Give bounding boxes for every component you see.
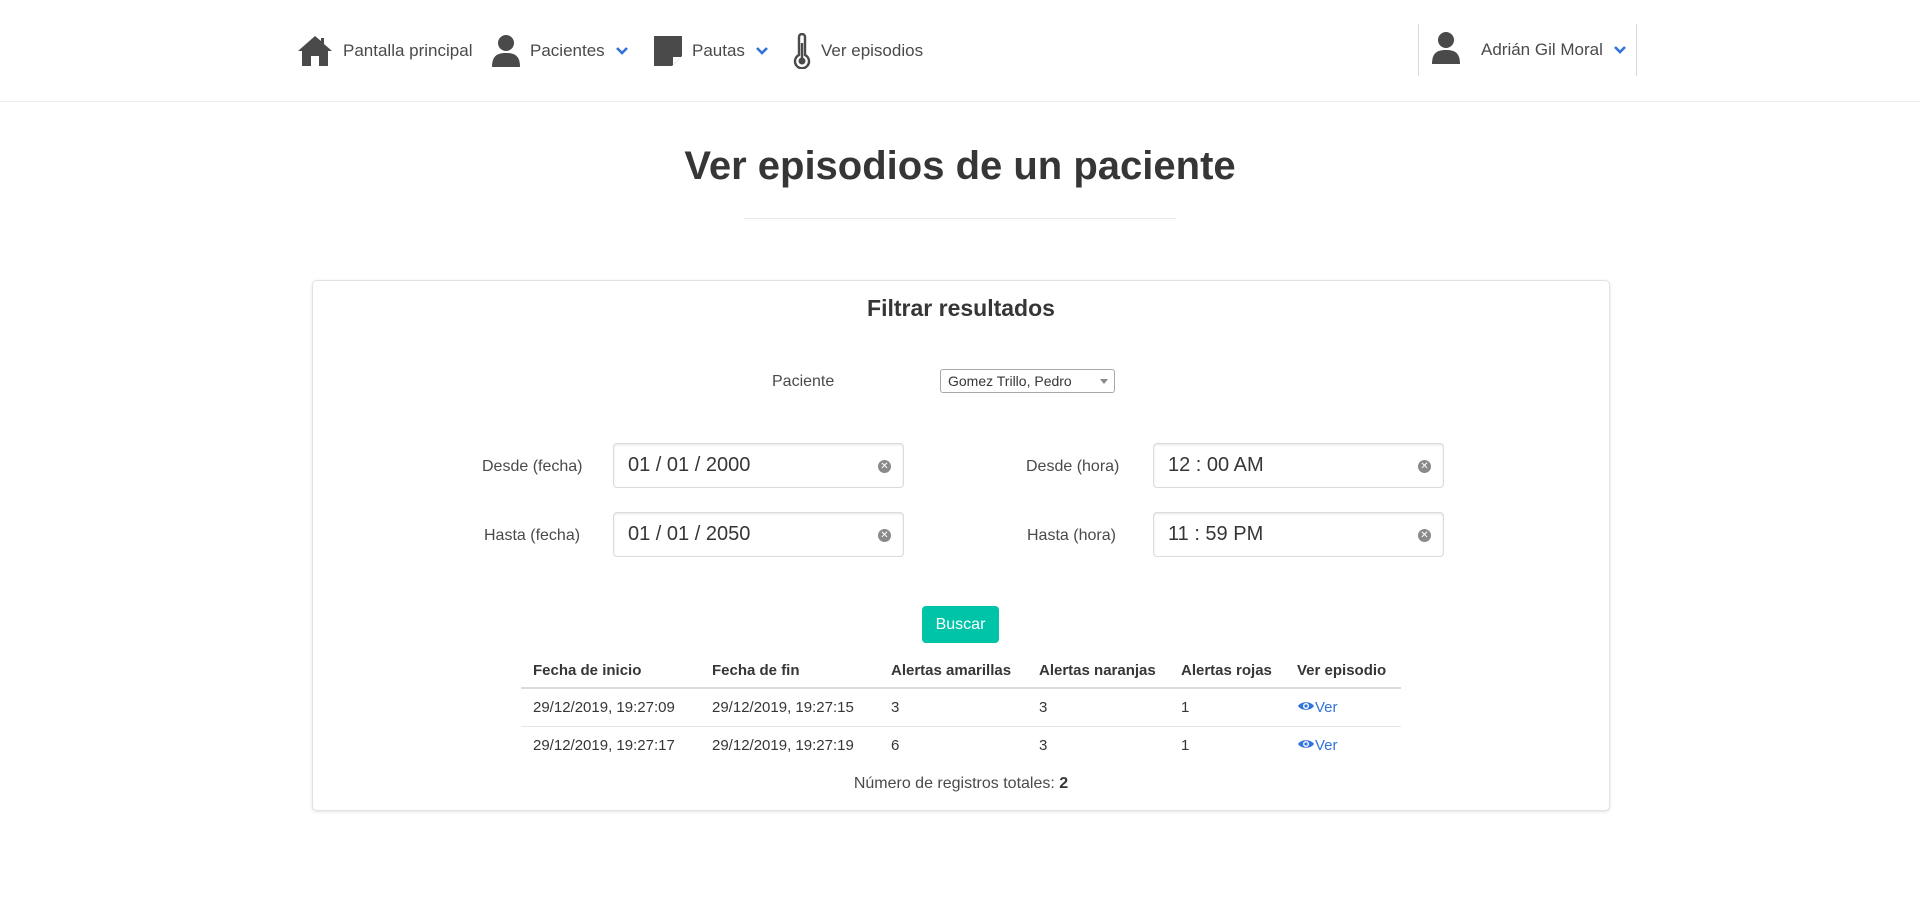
cell-end-date: 29/12/2019, 19:27:19 bbox=[712, 737, 854, 754]
total-records: Número de registros totales: 2 bbox=[313, 775, 1609, 793]
cell-yellow-alerts: 6 bbox=[891, 737, 900, 754]
to-time-value: 11 : 59 PM bbox=[1168, 523, 1264, 545]
total-records-label: Número de registros totales: bbox=[853, 775, 1055, 792]
col-red-alerts: Alertas rojas bbox=[1169, 653, 1285, 689]
clear-icon[interactable]: ✕ bbox=[878, 460, 891, 473]
from-time-label: Desde (hora) bbox=[1026, 458, 1120, 475]
cell-yellow-alerts: 3 bbox=[879, 688, 1027, 727]
patient-label: Paciente bbox=[772, 373, 835, 390]
eye-icon bbox=[1297, 699, 1315, 716]
thermometer-icon bbox=[792, 32, 812, 69]
view-episode-link[interactable]: Ver bbox=[1297, 699, 1338, 716]
cell-end-date: 29/12/2019, 19:27:15 bbox=[700, 688, 879, 727]
from-time-value: 12 : 00 AM bbox=[1168, 454, 1264, 476]
to-time-field[interactable]: 11 : 59 PM ✕ bbox=[1153, 512, 1444, 557]
table-header-row: Fecha de inicio Fecha de fin Alertas ama… bbox=[521, 653, 1401, 689]
note-icon bbox=[653, 35, 683, 67]
col-end-date: Fecha de fin bbox=[700, 653, 879, 689]
user-name: Adrián Gil Moral bbox=[1481, 40, 1603, 59]
chevron-down-icon bbox=[615, 46, 629, 56]
to-date-value: 01 / 01 / 2050 bbox=[628, 523, 751, 545]
col-view-episode: Ver episodio bbox=[1285, 653, 1401, 689]
nav-patients-label: Pacientes bbox=[530, 40, 605, 60]
from-date-label: Desde (fecha) bbox=[482, 458, 583, 475]
table-row: 29/12/2019, 19:27:17 29/12/2019, 19:27:1… bbox=[521, 727, 1401, 765]
cell-orange-alerts: 3 bbox=[1027, 688, 1169, 727]
total-records-value: 2 bbox=[1059, 775, 1069, 792]
patient-select[interactable]: Gomez Trillo, Pedro bbox=[940, 369, 1115, 393]
clear-icon[interactable]: ✕ bbox=[1418, 460, 1431, 473]
cell-view: Ver bbox=[1285, 688, 1401, 727]
filter-title: Filtrar resultados bbox=[867, 295, 1055, 321]
navbar: Pantalla principal Pacientes Pautas Ver … bbox=[0, 0, 1920, 102]
page-title: Ver episodios de un paciente bbox=[684, 144, 1236, 188]
to-time-label: Hasta (hora) bbox=[1027, 527, 1116, 544]
cell-start-date: 29/12/2019, 19:27:17 bbox=[533, 737, 675, 754]
to-date-label: Hasta (fecha) bbox=[484, 527, 581, 544]
from-date-field[interactable]: 01 / 01 / 2000 ✕ bbox=[613, 443, 904, 488]
dropdown-caret-icon bbox=[1100, 379, 1108, 384]
view-episode-link[interactable]: Ver bbox=[1297, 737, 1338, 754]
nav-episodes-label: Ver episodios bbox=[821, 40, 924, 60]
filter-card: Filtrar resultados Paciente Gomez Trillo… bbox=[312, 280, 1610, 811]
from-date-value: 01 / 01 / 2000 bbox=[628, 454, 751, 476]
col-orange-alerts: Alertas naranjas bbox=[1027, 653, 1169, 689]
cell-red-alerts: 1 bbox=[1181, 737, 1190, 754]
user-menu[interactable]: Adrián Gil Moral bbox=[1418, 24, 1637, 76]
title-divider bbox=[744, 218, 1176, 219]
nav-guidelines-label: Pautas bbox=[692, 40, 745, 60]
patient-select-value: Gomez Trillo, Pedro bbox=[948, 373, 1072, 389]
from-time-field[interactable]: 12 : 00 AM ✕ bbox=[1153, 443, 1444, 488]
user-icon bbox=[1431, 31, 1461, 70]
home-icon bbox=[296, 34, 334, 68]
view-episode-label: Ver bbox=[1315, 737, 1338, 754]
eye-icon bbox=[1297, 737, 1315, 754]
table-row: 29/12/2019, 19:27:09 29/12/2019, 19:27:1… bbox=[521, 688, 1401, 727]
user-icon bbox=[491, 34, 521, 68]
nav-patients[interactable]: Pacientes bbox=[491, 0, 629, 101]
cell-start-date: 29/12/2019, 19:27:09 bbox=[521, 688, 700, 727]
clear-icon[interactable]: ✕ bbox=[878, 529, 891, 542]
nav-home-label: Pantalla principal bbox=[343, 40, 473, 60]
nav-home[interactable]: Pantalla principal bbox=[296, 0, 472, 101]
to-date-field[interactable]: 01 / 01 / 2050 ✕ bbox=[613, 512, 904, 557]
clear-icon[interactable]: ✕ bbox=[1418, 529, 1431, 542]
nav-guidelines[interactable]: Pautas bbox=[653, 0, 769, 101]
chevron-down-icon bbox=[1613, 40, 1627, 60]
cell-view: Ver bbox=[1285, 727, 1401, 765]
cell-orange-alerts: 3 bbox=[1039, 737, 1048, 754]
episodes-table: Fecha de inicio Fecha de fin Alertas ama… bbox=[521, 653, 1401, 764]
search-button[interactable]: Buscar bbox=[922, 606, 999, 643]
col-yellow-alerts: Alertas amarillas bbox=[879, 653, 1027, 689]
cell-red-alerts: 1 bbox=[1169, 688, 1285, 727]
nav-episodes[interactable]: Ver episodios bbox=[792, 0, 923, 101]
view-episode-label: Ver bbox=[1315, 699, 1338, 716]
chevron-down-icon bbox=[755, 46, 769, 56]
col-start-date: Fecha de inicio bbox=[521, 653, 700, 689]
